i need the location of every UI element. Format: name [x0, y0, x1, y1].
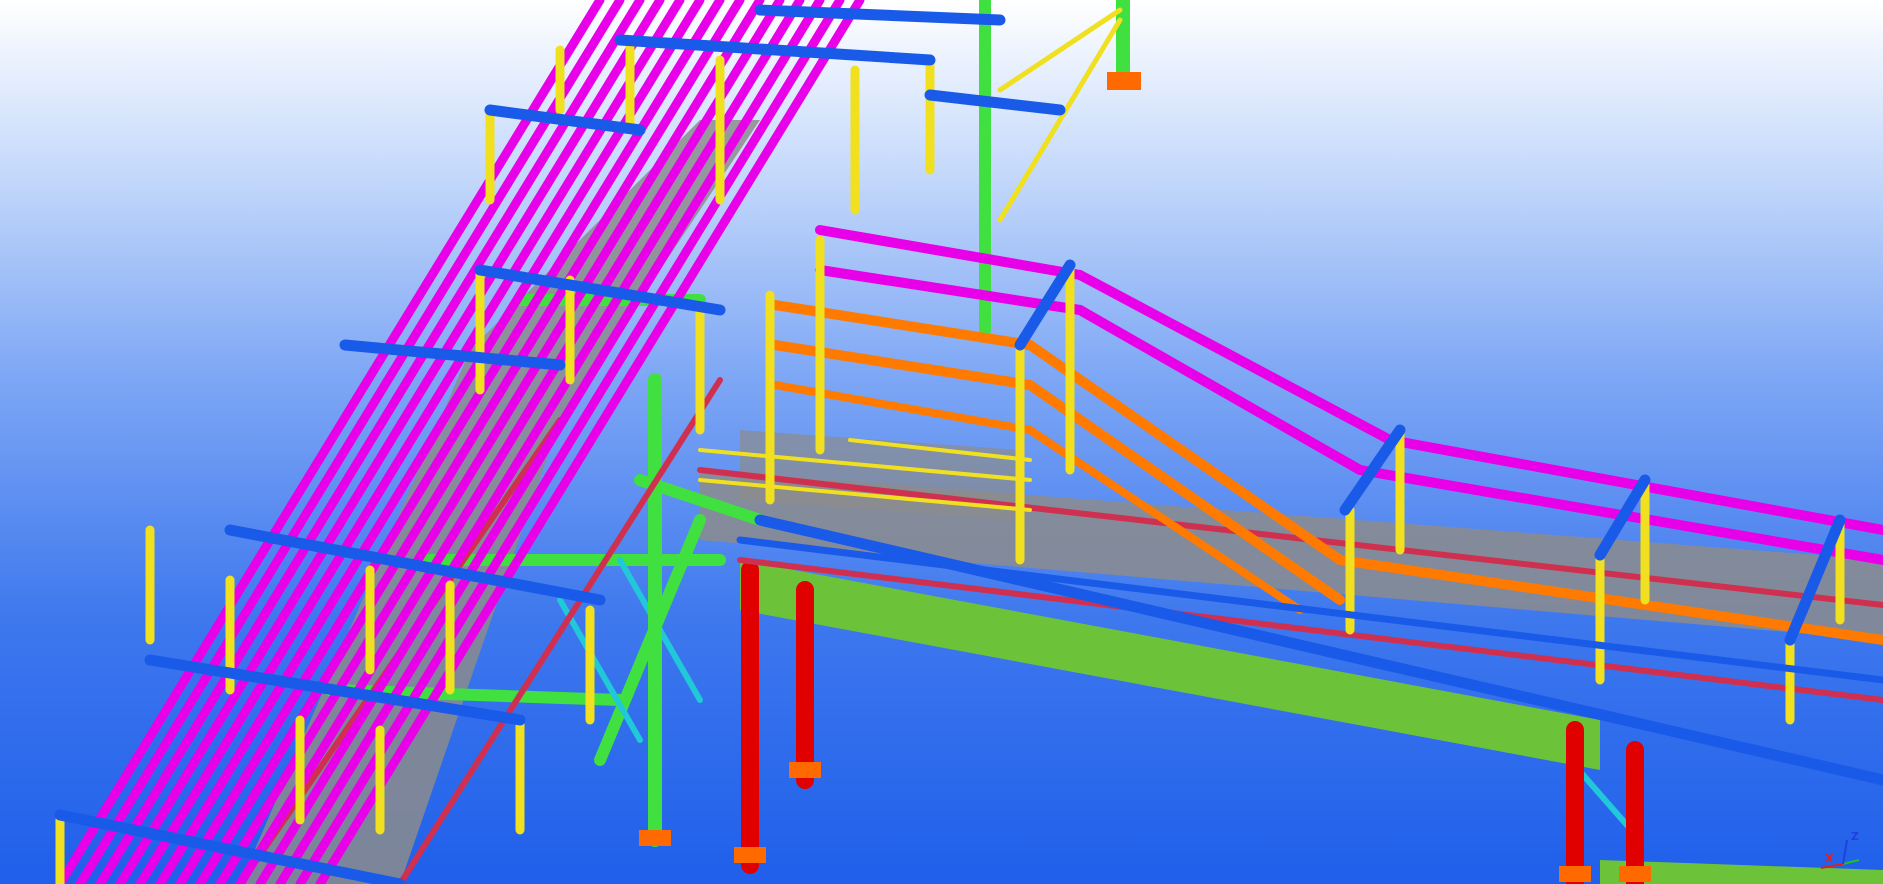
handrail — [275, 0, 825, 884]
base-plate — [1559, 866, 1591, 882]
x-axis-label: X — [1825, 852, 1834, 865]
base-plate — [789, 762, 821, 778]
base-plate — [639, 830, 671, 846]
z-axis-label: Z — [1851, 830, 1859, 843]
axis-triad-icon — [1820, 839, 1860, 869]
cross-beam — [754, 4, 1006, 26]
axis-indicator: X Z — [1813, 830, 1869, 874]
base-plate — [1619, 866, 1651, 882]
handrail — [815, 225, 1085, 280]
bracing — [557, 597, 643, 743]
stair-stringer — [771, 381, 1034, 434]
cross-beam — [924, 89, 1066, 116]
y-axis-line — [1842, 859, 1860, 865]
base-plate — [1107, 72, 1141, 90]
model-viewport[interactable]: X Z — [0, 0, 1883, 884]
stair-stringer — [770, 340, 1035, 390]
stair-stringer — [770, 300, 1035, 350]
base-plate — [734, 847, 766, 863]
handrail — [235, 0, 785, 884]
structural-model-3d-view[interactable] — [0, 0, 1883, 884]
z-axis-line — [1842, 839, 1848, 865]
